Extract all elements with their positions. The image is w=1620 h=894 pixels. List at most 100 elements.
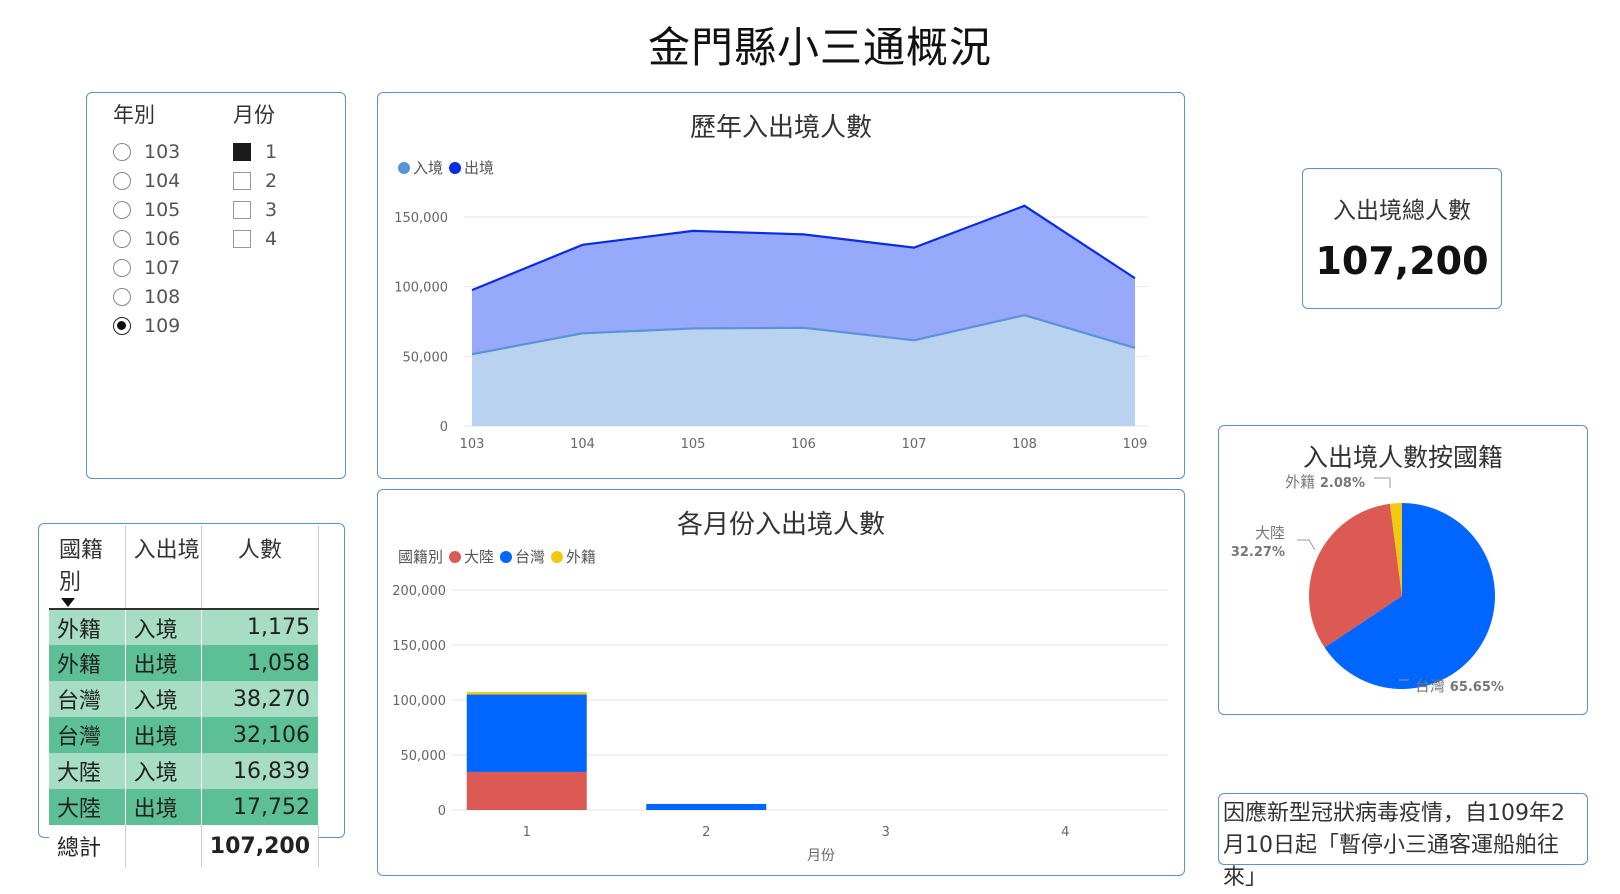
cell-direction: 入境 [125, 681, 202, 717]
year-option-107[interactable]: 107 [113, 253, 180, 282]
cell-nationality: 大陸 [49, 789, 126, 825]
radio-button-icon[interactable] [113, 316, 131, 335]
table-row[interactable]: 外籍 出境 1,058 [49, 645, 320, 681]
col-header-nationality-label: 國籍別 [59, 538, 104, 595]
table-total-row: 總計 107,200 [49, 825, 320, 867]
checkbox-icon[interactable] [233, 229, 251, 248]
total-label: 總計 [49, 825, 126, 867]
year-option-label: 107 [144, 256, 181, 279]
cell-count: 32,106 [201, 717, 320, 753]
y-tick-label: 0 [438, 804, 446, 819]
pie-label: 外籍 2.08% [1285, 473, 1365, 491]
x-tick-label: 103 [460, 437, 485, 452]
table-row[interactable]: 外籍 入境 1,175 [49, 609, 320, 645]
y-tick-label: 100,000 [394, 281, 448, 296]
year-option-label: 108 [144, 285, 181, 308]
y-tick-label: 150,000 [394, 211, 448, 226]
col-header-direction[interactable]: 入出境 [125, 526, 202, 609]
radio-button-icon[interactable] [113, 287, 131, 306]
cell-nationality: 台灣 [49, 717, 126, 753]
month-option-4[interactable]: 4 [233, 224, 277, 253]
year-option-109[interactable]: 109 [113, 311, 180, 340]
leader-line [1297, 539, 1316, 551]
year-option-108[interactable]: 108 [113, 282, 180, 311]
y-tick-label: 150,000 [392, 639, 446, 654]
yearly-area-chart[interactable]: 0 50,000 100,000 150,000 103 104 105 106 107 108 1… [378, 93, 1183, 477]
col-header-nationality[interactable]: 國籍別 [49, 526, 126, 609]
y-tick-label: 100,000 [392, 694, 446, 709]
cell-nationality: 大陸 [49, 753, 126, 789]
nationality-table: 國籍別 入出境 人數 外籍 入境 1,175 外籍 出境 1,058 台灣 入境 38,270 台… [49, 526, 320, 867]
x-tick-label: 4 [1061, 825, 1069, 840]
nationality-table-panel: 國籍別 入出境 人數 外籍 入境 1,175 外籍 出境 1,058 台灣 入境 38,270 台… [38, 523, 345, 867]
bar-segment-taiwan[interactable] [646, 803, 767, 810]
year-option-104[interactable]: 104 [113, 166, 180, 195]
y-tick-label: 50,000 [403, 350, 449, 365]
year-option-106[interactable]: 106 [113, 224, 180, 253]
cell-direction: 出境 [125, 789, 202, 825]
total-empty-cell [125, 825, 202, 867]
nationality-pie-chart[interactable]: 台灣 65.65% 大陸 32.27% 外籍 2.08% [1219, 426, 1586, 713]
month-option-2[interactable]: 2 [233, 166, 277, 195]
filter-panel: 年別 103 104 105 106 107 108 109 月份 1 2 3 4 [86, 92, 346, 479]
year-option-label: 105 [144, 198, 181, 221]
table-row[interactable]: 台灣 出境 32,106 [49, 717, 320, 753]
x-tick-label: 107 [902, 437, 927, 452]
month-option-1[interactable]: 1 [233, 137, 277, 166]
checkbox-icon[interactable] [233, 200, 251, 219]
x-tick-label: 108 [1012, 437, 1037, 452]
pandemic-note: 因應新型冠狀病毒疫情，自109年2月10日起「暫停小三通客運船舶往來」 [1218, 793, 1588, 890]
monthly-bar-chart[interactable]: 0 50,000 100,000 150,000 200,000 1 2 3 4 月份 [378, 490, 1183, 874]
cell-count: 16,839 [201, 753, 320, 789]
radio-button-icon[interactable] [113, 142, 131, 161]
kpi-label: 入出境總人數 [1333, 198, 1471, 224]
year-option-105[interactable]: 105 [113, 195, 180, 224]
cell-direction: 出境 [125, 717, 202, 753]
month-option-label: 4 [265, 227, 278, 250]
leader-line [1374, 477, 1391, 488]
month-option-label: 2 [265, 169, 278, 192]
radio-button-icon[interactable] [113, 229, 131, 248]
yearly-chart-panel: 歷年入出境人數 入境 出境 0 50,000 100,000 150,000 103 10… [377, 92, 1185, 479]
bar-segment-mainland[interactable] [466, 771, 587, 810]
checkbox-icon[interactable] [233, 142, 251, 161]
total-value: 107,200 [201, 825, 320, 867]
col-header-count[interactable]: 人數 [201, 526, 320, 609]
cell-count: 1,175 [201, 609, 320, 645]
table-row[interactable]: 台灣 入境 38,270 [49, 681, 320, 717]
radio-button-icon[interactable] [113, 258, 131, 277]
month-slicer-header: 月份 [233, 103, 275, 127]
cell-count: 17,752 [201, 789, 320, 825]
year-option-103[interactable]: 103 [113, 137, 180, 166]
cell-nationality: 外籍 [49, 609, 126, 645]
month-option-label: 1 [265, 140, 278, 163]
cell-direction: 入境 [125, 753, 202, 789]
nationality-pie-panel: 入出境人數按國籍 台灣 65.65% 大陸 32.27% 外籍 2.08% [1218, 425, 1588, 715]
bar-segment-foreign[interactable] [466, 692, 587, 695]
year-option-label: 104 [144, 169, 181, 192]
monthly-chart-panel: 各月份入出境人數 國籍別 大陸 台灣 外籍 0 50,000 100,000 150,… [377, 489, 1185, 876]
page-title: 金門縣小三通概況 [647, 23, 992, 72]
checkbox-icon[interactable] [233, 171, 251, 190]
year-slicer: 年別 103 104 105 106 107 108 109 [113, 99, 180, 340]
radio-button-icon[interactable] [113, 171, 131, 190]
x-tick-label: 105 [681, 437, 706, 452]
cell-nationality: 台灣 [49, 681, 126, 717]
x-tick-label: 106 [791, 437, 816, 452]
year-slicer-header: 年別 [113, 103, 155, 127]
month-option-3[interactable]: 3 [233, 195, 277, 224]
pie-label: 台灣 65.65% [1415, 677, 1504, 695]
table-row[interactable]: 大陸 出境 17,752 [49, 789, 320, 825]
bar-segment-taiwan[interactable] [466, 694, 587, 772]
x-tick-label: 109 [1123, 437, 1148, 452]
cell-count: 38,270 [201, 681, 320, 717]
x-tick-label: 2 [702, 825, 710, 840]
year-option-label: 106 [144, 227, 181, 250]
month-slicer: 月份 1 2 3 4 [233, 99, 277, 253]
y-tick-label: 50,000 [401, 749, 447, 764]
year-option-label: 103 [144, 140, 181, 163]
y-tick-label: 0 [440, 420, 448, 435]
table-row[interactable]: 大陸 入境 16,839 [49, 753, 320, 789]
year-option-label: 109 [144, 314, 181, 337]
radio-button-icon[interactable] [113, 200, 131, 219]
